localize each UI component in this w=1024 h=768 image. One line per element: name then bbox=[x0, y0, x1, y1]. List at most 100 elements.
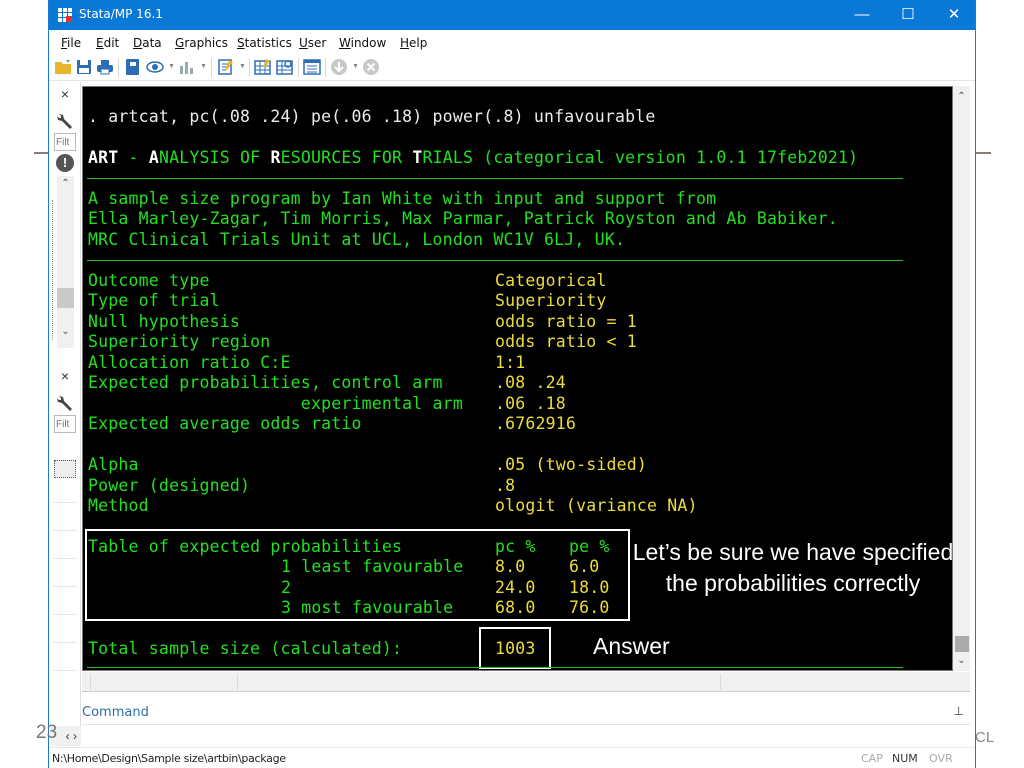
output-divider bbox=[87, 260, 903, 261]
data-browser-icon[interactable] bbox=[276, 58, 294, 76]
viewer-dropdown-icon[interactable]: ▼ bbox=[168, 63, 175, 70]
prob-table-col-pc: pc % bbox=[495, 537, 536, 556]
menu-edit[interactable]: Edit bbox=[96, 36, 119, 50]
close-button[interactable]: ✕ bbox=[931, 0, 977, 30]
slide-footer-fragment: CL bbox=[975, 729, 995, 746]
output-divider bbox=[87, 667, 903, 668]
history-wrench-icon[interactable] bbox=[55, 110, 75, 130]
prob-table-title: Table of expected probabilities bbox=[88, 537, 403, 556]
open-folder-icon[interactable] bbox=[54, 58, 72, 76]
caps-lock-indicator: CAP bbox=[861, 752, 883, 765]
credits-line: Ella Marley-Zagar, Tim Morris, Max Parma… bbox=[88, 209, 838, 228]
graph-icon[interactable] bbox=[177, 58, 195, 76]
history-scroll-up-icon[interactable]: ⌃ bbox=[57, 178, 74, 189]
banner-t: T bbox=[412, 148, 423, 167]
results-scroll-down-icon[interactable]: ⌄ bbox=[953, 652, 970, 669]
setting-label: Superiority region bbox=[88, 332, 271, 351]
menu-bar: File Edit Data Graphics Statistics User … bbox=[49, 30, 975, 54]
variables-row-divider bbox=[53, 642, 77, 643]
menu-user[interactable]: User bbox=[299, 36, 326, 50]
slide-rule-right bbox=[975, 152, 991, 154]
left-dock-panels: × ! ⌃ ⌄ × bbox=[49, 82, 81, 742]
results-scroll-up-icon[interactable]: ⌃ bbox=[953, 88, 970, 105]
results-window[interactable]: . artcat, pc(.08 .24) pe(.06 .18) power(… bbox=[82, 86, 953, 671]
menu-help[interactable]: Help bbox=[400, 36, 427, 50]
pin-icon[interactable]: ⊥ bbox=[954, 704, 964, 718]
menu-data[interactable]: Data bbox=[133, 36, 162, 50]
do-file-dropdown-icon[interactable]: ▼ bbox=[239, 63, 246, 70]
prob-row-label: 2 bbox=[281, 578, 292, 597]
setting-value: Superiority bbox=[495, 291, 607, 310]
history-scroll-thumb[interactable] bbox=[57, 288, 74, 308]
variables-selected-row[interactable] bbox=[54, 460, 76, 478]
save-icon[interactable] bbox=[75, 58, 93, 76]
credits-line: MRC Clinical Trials Unit at UCL, London … bbox=[88, 230, 626, 249]
results-scrollbar[interactable]: ⌃ ⌄ bbox=[953, 86, 970, 671]
variables-manager-icon[interactable] bbox=[303, 58, 321, 76]
setting-value: odds ratio < 1 bbox=[495, 332, 637, 351]
command-echo: . artcat, pc(.08 .24) pe(.06 .18) power(… bbox=[88, 107, 656, 126]
variables-wrench-icon[interactable] bbox=[55, 392, 75, 412]
menu-window[interactable]: Window bbox=[339, 36, 386, 50]
setting-value: 1:1 bbox=[495, 353, 526, 372]
setting-label: Expected probabilities, control arm bbox=[88, 373, 443, 392]
variables-close-icon[interactable]: × bbox=[55, 366, 75, 386]
banner-a: A bbox=[148, 148, 159, 167]
history-filter-input[interactable] bbox=[54, 133, 76, 151]
status-bar: N:\Home\Design\Sample size\artbin\packag… bbox=[49, 747, 975, 768]
history-scroll-down-icon[interactable]: ⌄ bbox=[57, 326, 74, 337]
setting-value: Categorical bbox=[495, 271, 607, 290]
num-lock-indicator: NUM bbox=[892, 752, 918, 765]
setting-label: Expected average odds ratio bbox=[88, 414, 362, 433]
stata-window: Stata/MP 16.1 — ☐ ✕ File Edit Data Graph… bbox=[48, 0, 976, 768]
variables-row-divider bbox=[53, 530, 77, 531]
data-editor-icon[interactable] bbox=[254, 58, 272, 76]
art-banner: ART - ANALYSIS OF RESOURCES FOR TRIALS (… bbox=[88, 148, 858, 168]
overwrite-indicator: OVR bbox=[929, 752, 953, 765]
test-setting-label: Power (designed) bbox=[88, 476, 251, 495]
history-error-marks bbox=[52, 200, 56, 340]
banner-art: ART bbox=[88, 148, 119, 167]
viewer-icon[interactable] bbox=[146, 58, 164, 76]
print-icon[interactable] bbox=[96, 58, 114, 76]
prob-row-pe: 76.0 bbox=[569, 598, 610, 617]
do-file-editor-icon[interactable] bbox=[217, 58, 235, 76]
banner-dash: - bbox=[118, 148, 149, 167]
history-scrollbar[interactable]: ⌃ ⌄ bbox=[57, 176, 74, 348]
banner-rials: RIALS (categorical version 1.0.1 17feb20… bbox=[422, 148, 859, 167]
variables-row-divider bbox=[53, 670, 77, 671]
graph-dropdown-icon[interactable]: ▼ bbox=[200, 63, 207, 70]
toolbar: ▼ ▼ ▼ ▼ bbox=[49, 54, 975, 81]
more-icon[interactable] bbox=[330, 58, 348, 76]
command-input[interactable] bbox=[82, 726, 970, 746]
test-setting-value: .05 (two-sided) bbox=[495, 455, 648, 474]
toolbar-separator bbox=[249, 58, 250, 77]
total-sample-size-label: Total sample size (calculated): bbox=[88, 639, 403, 658]
break-icon[interactable] bbox=[362, 58, 380, 76]
variables-filter-input[interactable] bbox=[54, 415, 76, 433]
footer-divider bbox=[237, 674, 238, 690]
variables-row-divider bbox=[53, 558, 77, 559]
setting-value: .08 .24 bbox=[495, 373, 566, 392]
test-setting-value: ologit (variance NA) bbox=[495, 496, 698, 515]
command-pane-header: Command ⊥ bbox=[82, 700, 970, 725]
minimize-button[interactable]: — bbox=[839, 0, 885, 30]
log-icon[interactable] bbox=[123, 58, 141, 76]
menu-statistics[interactable]: Statistics bbox=[237, 36, 292, 50]
menu-file[interactable]: File bbox=[61, 36, 81, 50]
alert-icon: ! bbox=[56, 154, 74, 172]
test-setting-label: Method bbox=[88, 496, 149, 515]
more-dropdown-icon[interactable]: ▼ bbox=[352, 63, 359, 70]
prob-row-pc: 8.0 bbox=[495, 557, 526, 576]
annotation-note: Let’s be sure we have specified the prob… bbox=[632, 539, 953, 596]
menu-graphics[interactable]: Graphics bbox=[175, 36, 228, 50]
results-scroll-thumb[interactable] bbox=[955, 636, 969, 652]
credits-line: A sample size program by Ian White with … bbox=[88, 189, 717, 208]
slide-page-number: 23 bbox=[36, 722, 58, 743]
history-close-icon[interactable]: × bbox=[55, 84, 75, 104]
variables-row-divider bbox=[53, 614, 77, 615]
maximize-button[interactable]: ☐ bbox=[885, 0, 931, 30]
test-setting-label: Alpha bbox=[88, 455, 139, 474]
variables-row-divider bbox=[53, 586, 77, 587]
setting-label: Type of trial bbox=[88, 291, 220, 310]
